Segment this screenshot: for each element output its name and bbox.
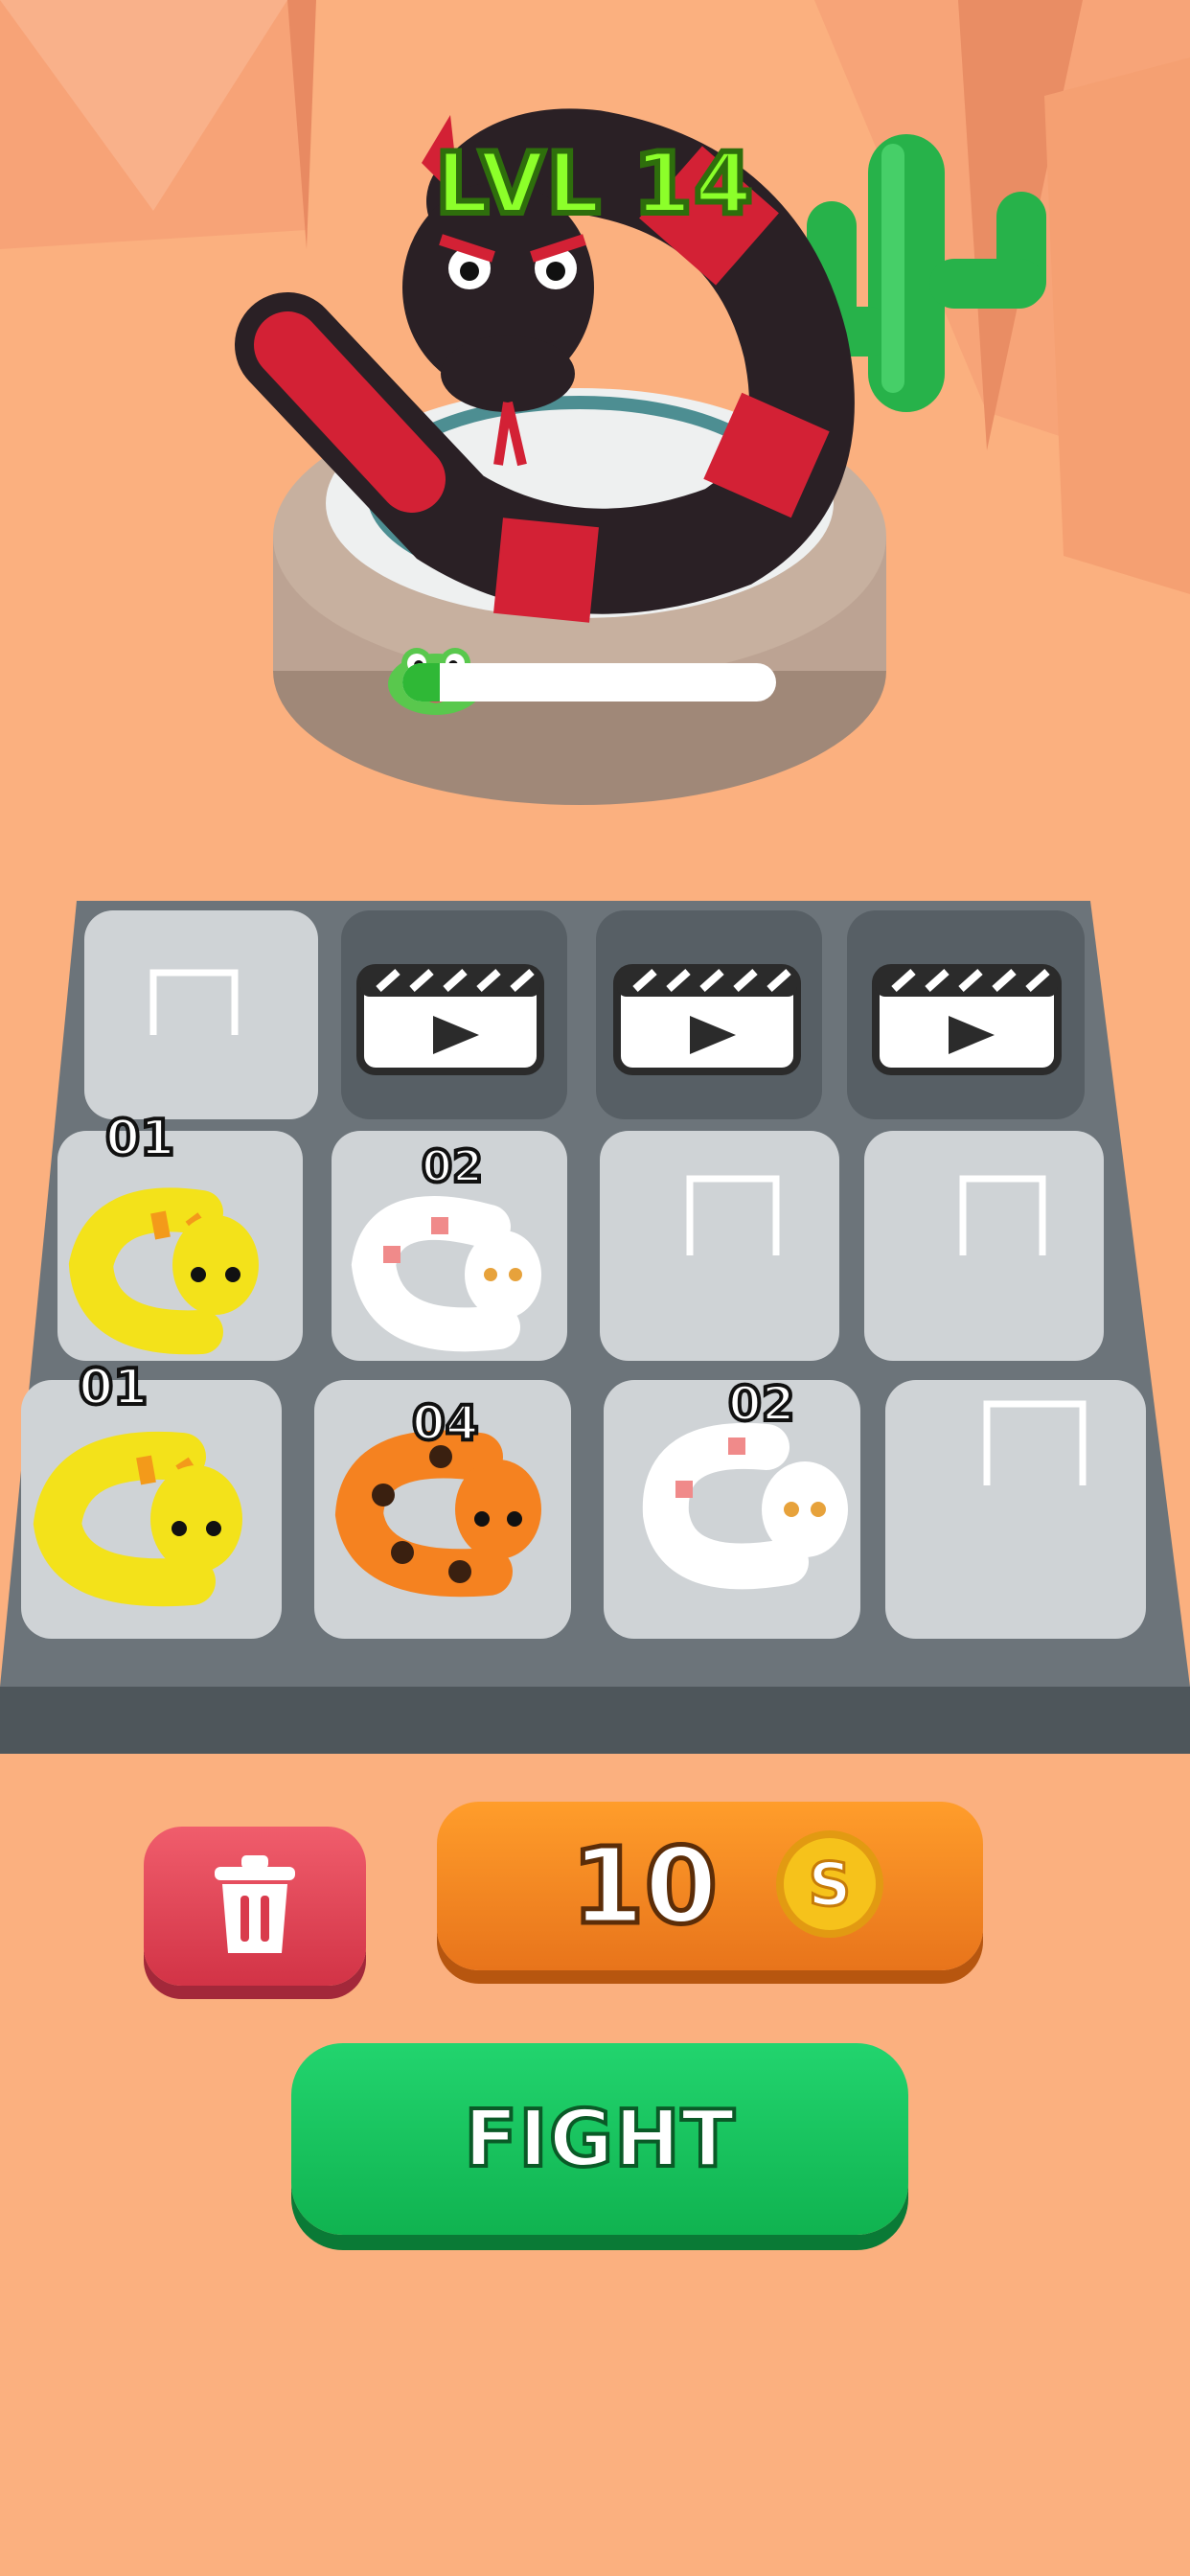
board-slot-r2c3[interactable] xyxy=(885,1380,1146,1639)
buy-price: 10 xyxy=(568,1823,720,1950)
board-slot-r1c2[interactable] xyxy=(600,1131,839,1361)
snake-level-label: 01 xyxy=(103,1108,176,1169)
video-ad-icon xyxy=(872,964,1062,1075)
locked-slot-2[interactable] xyxy=(596,910,822,1119)
buy-snake-button[interactable]: 10 S xyxy=(437,1802,983,1970)
boss-health-fill xyxy=(402,663,440,702)
fight-button[interactable]: FIGHT xyxy=(291,2043,908,2235)
board-slot-r0c0[interactable] xyxy=(84,910,318,1119)
locked-slot-3[interactable] xyxy=(847,910,1085,1119)
boss-health-bar xyxy=(402,663,776,702)
trash-icon xyxy=(215,1855,295,1953)
video-ad-icon xyxy=(356,964,544,1075)
snake-level-label: 04 xyxy=(410,1393,481,1453)
locked-slot-1[interactable] xyxy=(341,910,567,1119)
snake-level-label: 01 xyxy=(77,1357,149,1418)
video-ad-icon xyxy=(613,964,801,1075)
delete-snake-button[interactable] xyxy=(144,1827,366,1986)
board-slot-r1c3[interactable] xyxy=(864,1131,1104,1361)
snake-level-label: 02 xyxy=(420,1138,485,1194)
level-label: LVL 14 xyxy=(432,131,755,236)
coin-icon: S xyxy=(776,1830,883,1938)
snake-level-label: 02 xyxy=(726,1374,797,1434)
